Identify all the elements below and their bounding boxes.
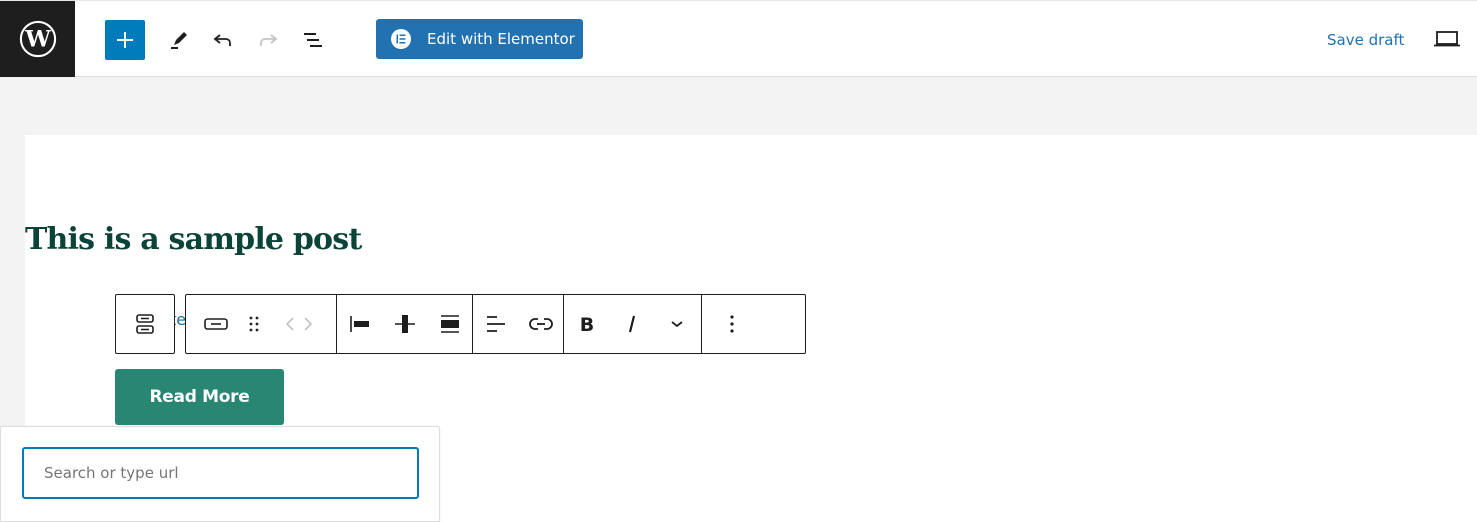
move-arrows-icon [285,317,312,331]
add-block-button[interactable] [105,20,145,60]
elementor-logo-icon [391,29,411,49]
bold-button[interactable]: B [564,295,609,353]
align-left-button[interactable] [337,295,382,353]
more-formatting-button[interactable] [654,295,699,353]
list-view-button[interactable] [298,25,328,55]
move-left-right-button[interactable] [261,295,336,353]
link-popover [0,426,440,522]
italic-button[interactable] [609,295,654,353]
preview-button[interactable] [1433,28,1461,50]
pencil-icon [171,32,187,49]
svg-text:B: B [579,314,593,334]
drag-handle-icon [249,316,258,332]
link-button[interactable] [518,295,563,353]
drag-handle[interactable] [246,295,261,353]
edit-with-elementor-button[interactable]: Edit with Elementor [376,19,583,59]
justification-button[interactable] [473,295,518,353]
read-more-button-block[interactable]: Read More [115,369,284,425]
chevron-down-icon [670,321,683,328]
align-left-icon [349,316,369,332]
save-draft-button[interactable]: Save draft [1327,31,1404,49]
select-parent-buttons-button[interactable] [116,295,174,353]
editor-header: W Edit with Elementor Save draft [0,0,1477,77]
more-vertical-icon [730,315,734,333]
list-view-icon [304,33,322,47]
url-search-input[interactable] [22,447,419,499]
link-icon [528,318,553,330]
block-options-button[interactable] [702,295,762,353]
plus-icon [117,32,133,48]
align-wide-button[interactable] [427,295,472,353]
undo-button[interactable] [208,25,238,55]
tools-button[interactable] [163,25,193,55]
wordpress-logo-icon: W [19,20,56,58]
block-toolbar-parent [115,294,175,354]
justify-icon [486,316,505,332]
align-center-icon [394,315,415,333]
align-center-button[interactable] [382,295,427,353]
undo-icon [213,34,231,46]
button-block-switcher[interactable] [186,295,246,353]
post-title[interactable]: This is a sample post [25,222,362,257]
redo-icon [260,34,278,46]
block-toolbar: B [185,294,806,354]
wordpress-logo-button[interactable]: W [0,1,75,77]
redo-button[interactable] [253,25,283,55]
bold-icon: B [579,314,593,334]
button-block-icon [204,318,228,330]
italic-icon [628,315,635,333]
align-wide-icon [440,315,459,333]
buttons-parent-icon [136,314,154,334]
laptop-icon [1434,31,1460,47]
elementor-button-label: Edit with Elementor [427,30,575,48]
svg-text:W: W [24,27,51,53]
